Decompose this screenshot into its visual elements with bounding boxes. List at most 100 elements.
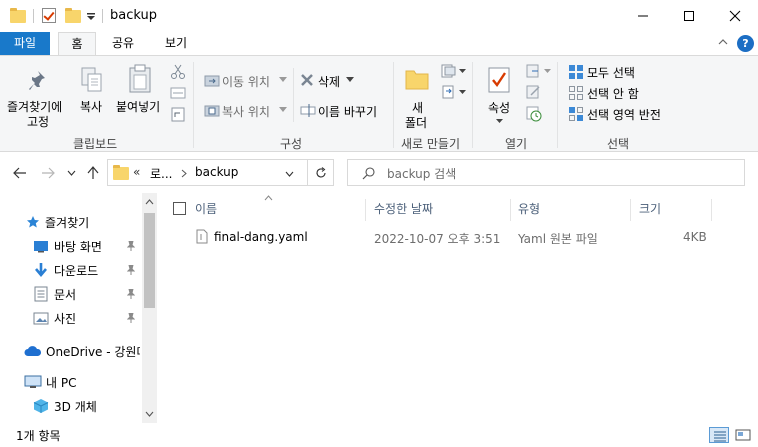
ribbon-tabs: 파일 홈 공유 보기 (0, 32, 758, 56)
tab-share[interactable]: 공유 (104, 32, 142, 55)
history-icon[interactable] (526, 106, 542, 122)
select-group-label: 선택 (607, 137, 630, 151)
pin-icon[interactable] (127, 313, 135, 323)
search-box[interactable]: backup 검색 (347, 159, 745, 186)
column-separator[interactable] (711, 199, 712, 221)
refresh-button[interactable] (307, 159, 334, 186)
maximize-button[interactable] (666, 0, 712, 32)
search-input[interactable]: backup 검색 (387, 165, 456, 182)
open-icon[interactable] (526, 64, 542, 78)
move-to-icon[interactable] (204, 73, 220, 87)
nav-label: OneDrive - 강원대 (46, 344, 140, 359)
nav-item-this-pc[interactable]: 내 PC (0, 371, 140, 393)
chevron-down-icon[interactable] (285, 171, 294, 177)
column-header-size[interactable]: 크기 (639, 199, 661, 223)
tab-view[interactable]: 보기 (152, 32, 200, 55)
column-separator[interactable] (510, 199, 511, 221)
nav-item-downloads[interactable]: 다운로드 (0, 259, 140, 281)
copy-icon[interactable] (80, 66, 104, 94)
breadcrumb-item[interactable]: 로... (150, 165, 172, 182)
status-bar: 1개 항목 (0, 423, 758, 447)
chevron-down-icon (279, 107, 287, 112)
file-list: 이름 수정한 날짜 유형 크기 final-dang.yaml 2022-10-… (160, 193, 758, 423)
new-folder-label-line2: 폴더 (405, 116, 428, 130)
delete-icon[interactable] (300, 73, 314, 87)
details-view-icon[interactable] (709, 427, 729, 443)
address-bar[interactable]: « 로... backup (107, 159, 308, 186)
sort-ascending-icon (264, 195, 273, 201)
chevron-up-icon[interactable] (717, 36, 729, 48)
pin-label-line2: 고정 (27, 115, 50, 129)
pin-icon[interactable] (127, 265, 135, 275)
chevron-down-icon (346, 77, 354, 82)
column-separator[interactable] (630, 199, 631, 221)
nav-item-onedrive[interactable]: OneDrive - 강원대 (0, 340, 140, 362)
large-icons-view-icon[interactable] (733, 427, 753, 443)
organize-group-label: 구성 (280, 137, 303, 151)
search-icon (362, 167, 375, 180)
copy-path-icon[interactable] (170, 87, 186, 99)
breadcrumb-current[interactable]: backup (195, 165, 238, 179)
item-count: 1개 항목 (16, 429, 61, 443)
recent-locations-chevron-icon[interactable] (67, 170, 76, 176)
column-separator[interactable] (365, 199, 366, 221)
paste-label: 붙여넣기 (116, 100, 161, 114)
paste-icon[interactable] (128, 64, 152, 94)
new-folder-icon[interactable] (404, 66, 430, 92)
column-header-type[interactable]: 유형 (518, 199, 540, 223)
chevron-right-icon[interactable] (181, 169, 187, 178)
pin-icon[interactable] (127, 289, 135, 299)
copy-to-icon[interactable] (204, 103, 220, 117)
pin-icon[interactable] (26, 69, 50, 93)
chevron-down-icon (496, 119, 503, 123)
separator (33, 9, 34, 23)
edit-icon[interactable] (526, 85, 542, 99)
easy-access-icon[interactable] (441, 85, 457, 99)
folder-icon (113, 157, 129, 189)
column-header-modified[interactable]: 수정한 날짜 (374, 199, 433, 223)
nav-item-pictures[interactable]: 사진 (0, 307, 140, 329)
nav-item-desktop[interactable]: 바탕 화면 (0, 235, 140, 257)
maximize-icon (684, 11, 694, 21)
back-arrow-icon[interactable] (13, 167, 27, 179)
new-item-icon[interactable] (441, 64, 457, 78)
nav-item-documents[interactable]: 문서 (0, 283, 140, 305)
window-title: backup (110, 8, 157, 23)
close-button[interactable] (712, 0, 758, 32)
properties-icon[interactable] (487, 66, 513, 94)
select-none-label: 선택 안 함 (587, 87, 639, 101)
tab-home[interactable]: 홈 (58, 32, 96, 56)
group-separator (472, 62, 473, 148)
table-row[interactable]: final-dang.yaml 2022-10-07 오후 3:51 Yaml … (160, 226, 720, 248)
select-all-icon[interactable] (568, 64, 584, 80)
rename-icon[interactable] (300, 103, 316, 117)
select-all-label: 모두 선택 (587, 66, 635, 80)
nav-item-quick-access[interactable]: 즐겨찾기 (0, 211, 140, 233)
invert-selection-icon[interactable] (568, 106, 584, 122)
breadcrumb-overflow[interactable]: « (133, 165, 140, 179)
new-folder-quick-icon[interactable] (65, 0, 81, 32)
properties-quick-icon[interactable] (42, 8, 56, 23)
nav-item-3d-objects[interactable]: 3D 개체 (0, 395, 140, 417)
scroll-thumb[interactable] (144, 213, 155, 308)
minimize-button[interactable] (620, 0, 666, 32)
forward-arrow-icon[interactable] (41, 167, 55, 179)
chevron-down-icon[interactable] (145, 411, 154, 417)
copy-to-label: 복사 위치 (222, 105, 270, 119)
nav-label: 바탕 화면 (54, 239, 102, 254)
pin-icon[interactable] (127, 241, 135, 251)
up-arrow-icon[interactable] (86, 166, 100, 180)
chevron-up-icon[interactable] (145, 199, 154, 205)
select-all-checkbox[interactable] (173, 202, 186, 215)
cut-icon[interactable] (170, 64, 186, 80)
customize-quick-access-icon[interactable] (86, 12, 96, 22)
address-row: « 로... backup backup 검색 (0, 153, 758, 193)
column-header-name[interactable]: 이름 (195, 199, 217, 223)
tab-file[interactable]: 파일 (0, 32, 50, 55)
paste-shortcut-icon[interactable] (171, 106, 185, 122)
select-none-icon[interactable] (568, 85, 584, 101)
chevron-down-icon (459, 69, 466, 73)
nav-scrollbar[interactable] (142, 193, 157, 423)
help-icon[interactable]: ? (737, 35, 754, 52)
clipboard-group-label: 클립보드 (73, 137, 118, 151)
